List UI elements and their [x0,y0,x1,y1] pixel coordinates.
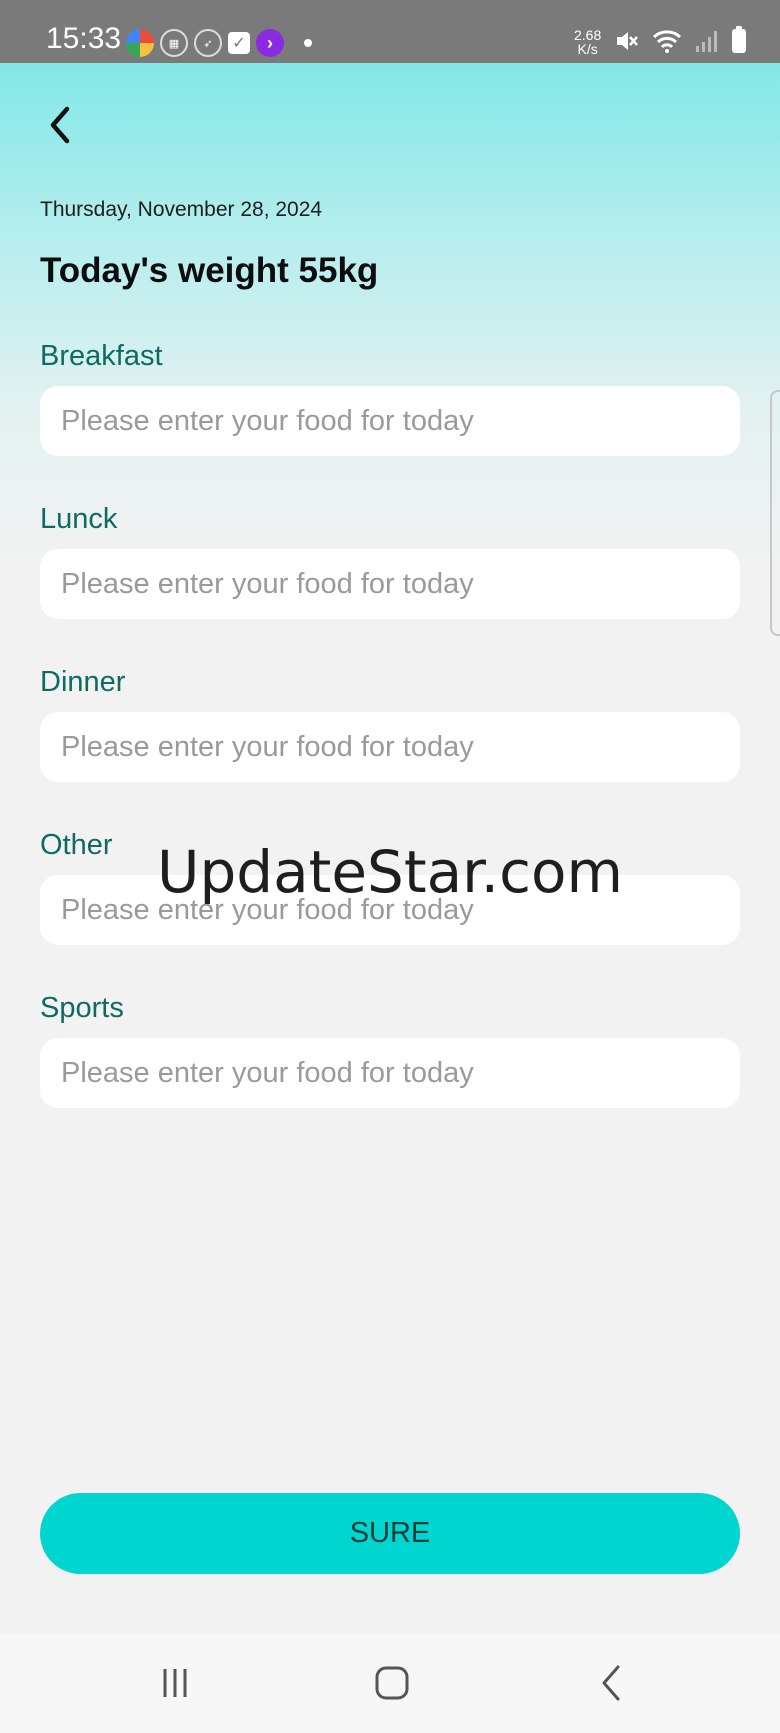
scroll-indicator[interactable] [770,390,780,636]
sports-input[interactable] [40,1038,740,1108]
back-icon [602,1665,620,1701]
recent-apps-icon [163,1669,187,1697]
sure-button[interactable]: SURE [40,1493,740,1574]
lunch-input[interactable] [40,549,740,619]
other-input[interactable] [40,875,740,945]
breakfast-label: Breakfast [40,340,163,372]
recent-apps-button[interactable] [145,1661,205,1705]
app-icon-multicolor [126,29,154,57]
dinner-input[interactable] [40,712,740,782]
network-speed: 2.68 K/s [574,28,601,56]
network-speed-value: 2.68 [574,27,602,43]
app-icon-grid: ▦ [160,29,188,57]
check-icon: ✓ [228,32,250,54]
status-bar: 15:33 ▦ ➶ ✓ › 2.68 K/s [0,0,780,63]
chevron-left-icon [50,106,70,144]
lunch-label: Lunck [40,503,118,535]
wifi-icon [652,30,682,53]
mute-icon [617,32,638,50]
weight-title: Today's weight 55kg [40,251,379,290]
signal-icon [696,31,717,52]
other-label: Other [40,829,113,861]
back-button[interactable] [40,100,80,150]
breakfast-input[interactable] [40,386,740,456]
sports-label: Sports [40,992,124,1024]
navigation-bar [0,1633,780,1733]
battery-icon [732,26,746,53]
nav-back-button[interactable] [582,1661,642,1705]
notification-dot [304,39,312,47]
status-notification-icons: ▦ ➶ ✓ › [126,29,312,57]
network-speed-unit: K/s [577,41,598,57]
dinner-label: Dinner [40,666,126,698]
status-time: 15:33 [46,22,122,55]
home-button[interactable] [362,1661,422,1705]
app-icon-compass: ➶ [194,29,222,57]
status-system-icons [614,26,746,54]
home-icon [375,1666,409,1700]
date-label: Thursday, November 28, 2024 [40,198,323,221]
purple-play-icon: › [256,29,284,57]
app-background [0,63,780,1633]
